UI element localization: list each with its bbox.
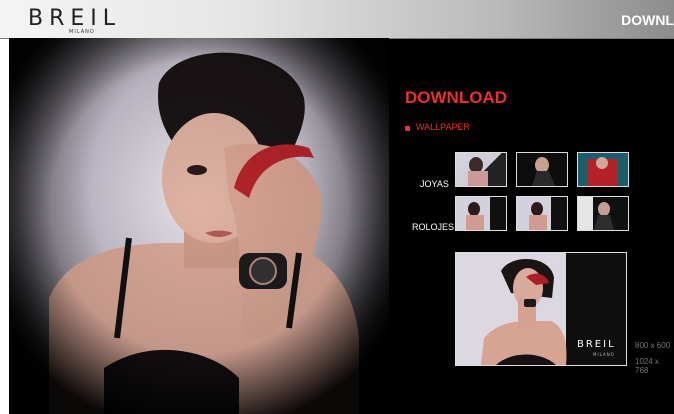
breil-logo-sub: MILANO	[69, 29, 95, 35]
wallpaper-label[interactable]: WALLPAPER	[416, 122, 470, 132]
download-nav-link[interactable]: DOWNL	[621, 12, 674, 28]
rolojes-label: ROLOJES	[412, 222, 455, 232]
preview-logo: BREIL	[577, 339, 616, 350]
breil-logo[interactable]: BREIL	[28, 8, 121, 30]
left-edge	[0, 0, 9, 414]
joyas-thumb-1[interactable]	[455, 152, 507, 187]
download-title: DOWNLOAD	[405, 88, 507, 107]
rolojes-thumb-3[interactable]	[577, 196, 629, 231]
rolojes-thumb-1[interactable]	[455, 196, 507, 231]
rolojes-thumb-2[interactable]	[516, 196, 568, 231]
resolution-800x600[interactable]: 800 x 600	[635, 341, 670, 350]
resolution-1024x768[interactable]: 1024 x 768	[635, 357, 674, 375]
wallpaper-preview[interactable]: BREIL MILANO	[455, 252, 627, 366]
joyas-thumb-2[interactable]	[516, 152, 568, 187]
hero-image	[9, 38, 389, 414]
joyas-thumb-3[interactable]	[577, 152, 629, 187]
joyas-label: JOYAS	[420, 179, 449, 189]
preview-logo-sub: MILANO	[593, 352, 615, 357]
header-bar: BREIL MILANO DOWNL	[0, 0, 674, 39]
bullet-square	[405, 126, 410, 131]
